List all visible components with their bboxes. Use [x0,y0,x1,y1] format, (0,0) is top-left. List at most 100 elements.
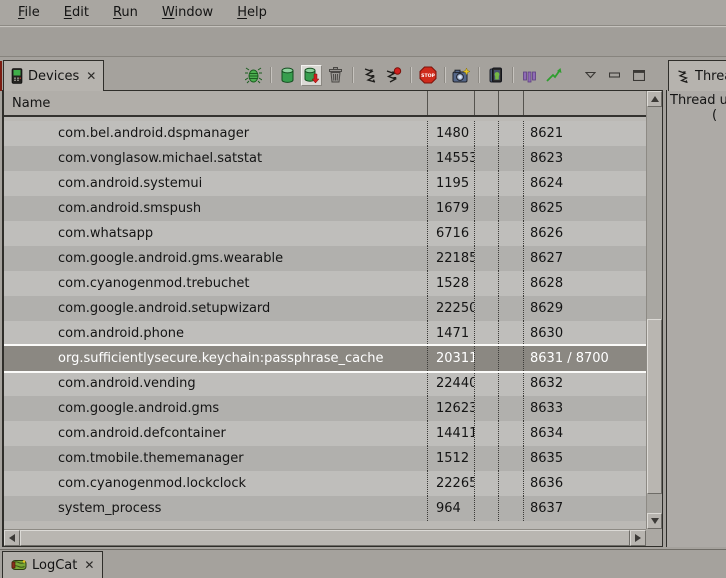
main-area: Devices ✕ [0,57,726,548]
client-pid: 20311 [428,346,475,371]
device-client-row[interactable]: com.vonglasow.michael.satstat 14553 8623 [4,146,646,171]
client-name: com.android.defcontainer [4,421,428,446]
scrollbar-corner [646,529,662,546]
client-name: com.vonglasow.michael.satstat [4,146,428,171]
client-name: com.tmobile.thememanager [4,446,428,471]
client-port: 8635 [524,446,646,471]
hierarchy-bars-icon[interactable] [519,65,540,86]
threads-message-line2: ( [667,108,726,123]
client-thread-flag [499,396,524,421]
column-header-thread[interactable] [499,91,524,115]
device-client-row[interactable]: system_process 964 8637 [4,496,646,521]
client-port: 8625 [524,196,646,221]
device-client-row[interactable]: com.android.phone 1471 8630 [4,321,646,346]
cause-gc-icon[interactable] [325,65,346,86]
device-client-row[interactable]: org.sufficientlysecure.keychain:passphra… [4,346,646,371]
client-thread-flag [499,246,524,271]
device-client-row[interactable]: com.google.android.gms.wearable 22185 86… [4,246,646,271]
scroll-right-button[interactable] [630,530,646,546]
client-port: 8623 [524,146,646,171]
client-heap-flag [475,446,499,471]
client-thread-flag [499,346,524,371]
screen-capture-icon[interactable] [451,65,472,86]
client-pid: 1528 [428,271,475,296]
view-menu-icon[interactable] [580,65,601,86]
column-header-pid[interactable] [428,91,475,115]
update-threads-icon[interactable] [359,65,380,86]
dump-hprof-icon[interactable] [301,65,322,86]
client-thread-flag [499,221,524,246]
device-client-row[interactable]: com.android.systemui 1195 8624 [4,171,646,196]
stop-process-icon[interactable]: STOP [417,65,438,86]
update-heap-icon[interactable] [277,65,298,86]
tab-logcat-close-icon[interactable]: ✕ [84,558,94,572]
device-client-row[interactable]: com.cyanogenmod.trebuchet 1528 8628 [4,271,646,296]
device-client-row[interactable]: com.google.android.setupwizard 22250 862… [4,296,646,321]
client-name: com.bel.android.dspmanager [4,121,428,146]
scroll-left-button[interactable] [4,530,20,546]
tab-devices[interactable]: Devices ✕ [3,60,104,91]
client-thread-flag [499,421,524,446]
logcat-icon [11,558,27,572]
tab-devices-close-icon[interactable]: ✕ [86,69,96,83]
threads-icon [676,69,690,84]
minimize-icon[interactable] [604,65,625,86]
client-heap-flag [475,121,499,146]
threads-panel: Thread up ( [666,90,726,547]
client-thread-flag [499,471,524,496]
tab-logcat[interactable]: LogCat ✕ [2,551,103,578]
menu-help[interactable]: Help [225,3,279,23]
client-thread-flag [499,321,524,346]
scroll-up-button[interactable] [647,91,662,107]
device-client-row[interactable]: com.tmobile.thememanager 1512 8635 [4,446,646,471]
device-client-row[interactable]: com.bel.android.dspmanager 1480 8621 [4,121,646,146]
toolbar-separator [270,67,271,83]
device-client-row[interactable]: com.cyanogenmod.lockclock 22265 8636 [4,471,646,496]
vertical-scrollbar[interactable] [646,91,662,529]
debug-attach-icon[interactable] [243,65,264,86]
column-header-name[interactable]: Name [4,91,428,115]
empty-toolbar-strip [0,28,726,57]
client-pid: 14411 [428,421,475,446]
client-pid: 22185 [428,246,475,271]
client-pid: 1679 [428,196,475,221]
client-port: 8631 / 8700 [524,346,646,371]
device-table-header: Name [4,91,646,117]
client-name: com.google.android.gms [4,396,428,421]
device-client-row[interactable]: com.android.vending 22440 8632 [4,371,646,396]
horizontal-scrollbar[interactable] [4,529,646,546]
client-pid: 14553 [428,146,475,171]
vertical-scroll-thumb[interactable] [647,319,662,494]
bottom-tabbar: LogCat ✕ [0,549,726,578]
device-client-row[interactable]: com.android.smspush 1679 8625 [4,196,646,221]
menu-window[interactable]: Window [150,3,225,23]
client-name: com.android.vending [4,371,428,396]
client-pid: 964 [428,496,475,521]
device-table-rows: com.bel.android.dspmanager 1480 8621 com… [4,117,646,529]
client-thread-flag [499,446,524,471]
device-client-row[interactable]: com.google.android.gms 12623 8633 [4,396,646,421]
method-profiling-icon[interactable] [383,65,404,86]
client-thread-flag [499,196,524,221]
column-header-heap[interactable] [475,91,499,115]
client-heap-flag [475,346,499,371]
client-thread-flag [499,296,524,321]
tab-threads[interactable]: Threa [668,60,726,91]
menu-run[interactable]: Run [101,3,150,23]
horizontal-scroll-thumb[interactable] [20,530,630,546]
device-client-row[interactable]: com.whatsapp 6716 8626 [4,221,646,246]
scroll-down-button[interactable] [647,513,662,529]
sysinfo-arrow-icon[interactable] [543,65,564,86]
device-table: Name com.bel.android.dspmanager 1480 862… [2,90,663,547]
maximize-icon[interactable] [628,65,649,86]
menu-edit[interactable]: Edit [52,3,101,23]
column-header-port[interactable] [524,91,646,115]
client-name: org.sufficientlysecure.keychain:passphra… [4,346,428,371]
ui-automator-icon[interactable] [485,65,506,86]
client-name: com.google.android.setupwizard [4,296,428,321]
client-thread-flag [499,121,524,146]
menu-file[interactable]: File [6,3,52,23]
device-client-row[interactable]: com.android.defcontainer 14411 8634 [4,421,646,446]
client-thread-flag [499,146,524,171]
toolbar-separator [410,67,411,83]
